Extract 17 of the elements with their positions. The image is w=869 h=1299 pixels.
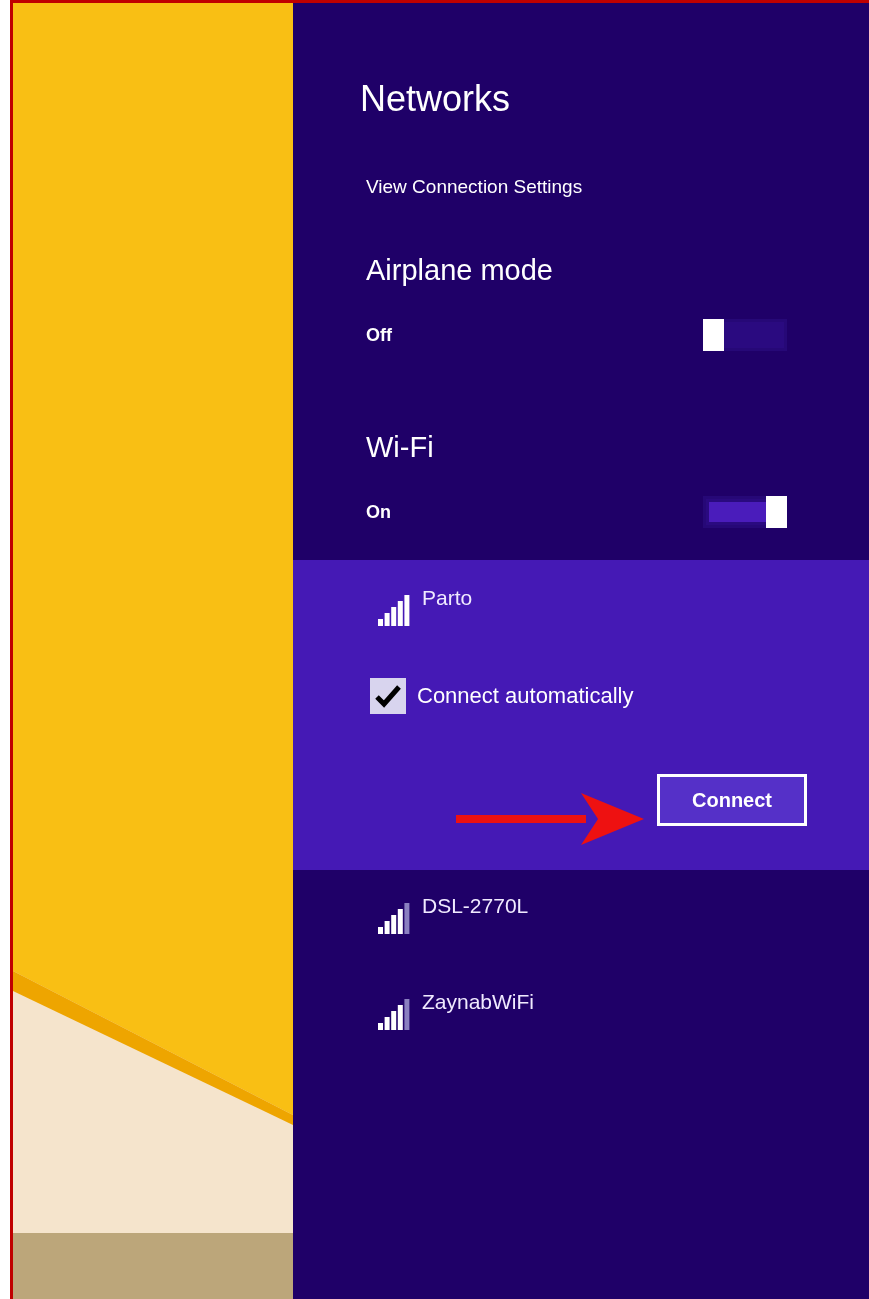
connection-settings-link[interactable]: View Connection Settings [366, 175, 583, 199]
toggle-label: Wi-Fi [366, 430, 434, 465]
toggle-switch[interactable] [703, 496, 787, 528]
network-name: Parto [422, 585, 473, 611]
network-item[interactable]: DSL-2770L [378, 892, 869, 934]
connect-button[interactable]: Connect [657, 774, 807, 826]
panel-title: Networks [360, 77, 511, 121]
network-item[interactable]: ZaynabWiFi [378, 988, 869, 1030]
network-name: DSL-2770L [422, 893, 529, 919]
checkbox[interactable] [370, 678, 406, 714]
toggle-label: Airplane mode [366, 253, 553, 288]
network-name: ZaynabWiFi [422, 989, 535, 1015]
toggle-state: On [366, 501, 391, 523]
toggle-switch[interactable] [703, 319, 787, 351]
toggle-state: Off [366, 324, 392, 346]
checkbox-label: Connect automatically [417, 683, 634, 709]
network-item[interactable]: Parto Connect automatically Connect [293, 560, 869, 870]
